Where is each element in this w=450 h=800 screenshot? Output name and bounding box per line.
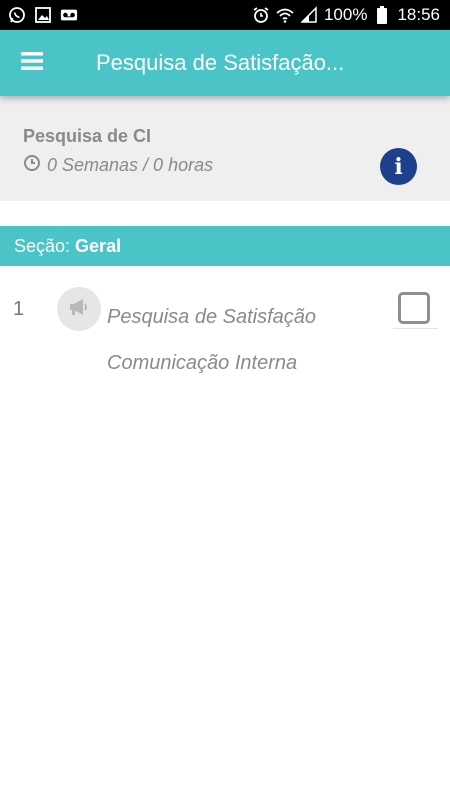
item-avatar xyxy=(57,287,101,331)
course-title: Pesquisa de CI xyxy=(23,126,152,146)
megaphone-icon xyxy=(68,297,90,322)
clock-icon xyxy=(23,154,41,177)
item-checkbox[interactable] xyxy=(398,292,430,324)
item-title-line1: Pesquisa de Satisfação xyxy=(107,306,317,328)
item-title: Pesquisa de Satisfação Comunicação Inter… xyxy=(107,294,316,386)
page-title: Pesquisa de Satisfação... xyxy=(96,50,345,75)
item-number: 1 xyxy=(13,298,25,320)
signal-icon xyxy=(300,6,318,24)
item-title-line2: Comunicação Interna xyxy=(107,352,298,374)
hamburger-menu-icon xyxy=(21,51,43,75)
battery-percent: 100% xyxy=(323,5,368,24)
status-bar: 100% 18:56 xyxy=(0,0,450,30)
whatsapp-icon xyxy=(8,6,26,24)
alarm-icon xyxy=(252,6,270,24)
course-duration: 0 Semanas / 0 horas xyxy=(47,155,214,175)
checkbox-divider xyxy=(393,328,438,329)
section-prefix: Seção: xyxy=(14,235,71,256)
voicemail-icon xyxy=(60,6,78,24)
list-item[interactable]: 1 Pesquisa de Satisfação Comunicação Int… xyxy=(0,280,450,375)
wifi-icon xyxy=(276,6,294,24)
section-name: Geral xyxy=(75,235,122,256)
info-button[interactable]: i xyxy=(380,148,417,185)
status-right-icons: 100% 18:56 xyxy=(252,5,450,25)
course-info-card: Pesquisa de CI 0 Semanas / 0 horas i xyxy=(0,96,450,201)
battery-icon xyxy=(373,6,391,24)
course-duration-row: 0 Semanas / 0 horas xyxy=(23,154,213,177)
gallery-icon xyxy=(34,6,52,24)
menu-button[interactable] xyxy=(14,45,50,81)
app-bar: Pesquisa de Satisfação... xyxy=(0,30,450,96)
info-icon: i xyxy=(394,153,403,180)
status-time: 18:56 xyxy=(397,5,440,24)
section-header: Seção: Geral xyxy=(0,226,450,266)
status-left-icons xyxy=(0,6,78,24)
